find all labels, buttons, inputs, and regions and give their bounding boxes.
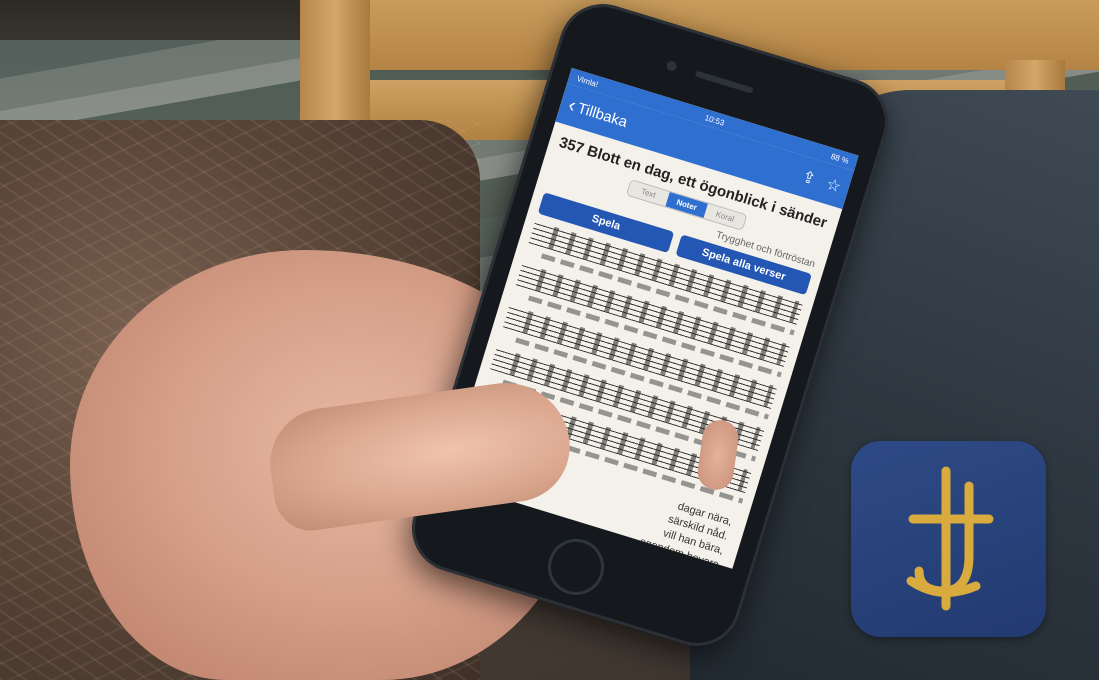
back-label: Tillbaka — [575, 99, 630, 131]
app-logo — [851, 441, 1046, 637]
nav-actions: ⇪ ☆ — [800, 167, 844, 198]
back-button[interactable]: ‹ Tillbaka — [566, 94, 630, 132]
cross-anchor-logo-icon — [906, 466, 994, 611]
star-icon[interactable]: ☆ — [824, 174, 844, 197]
battery-label: 88 % — [829, 151, 850, 166]
share-icon[interactable]: ⇪ — [800, 167, 819, 190]
home-button[interactable] — [541, 531, 611, 602]
front-camera — [665, 59, 678, 73]
earpiece-speaker — [694, 70, 754, 94]
photo-scene: Vimla! 10:53 88 % ‹ Tillbaka ⇪ ☆ 357 Blo… — [0, 0, 1099, 680]
